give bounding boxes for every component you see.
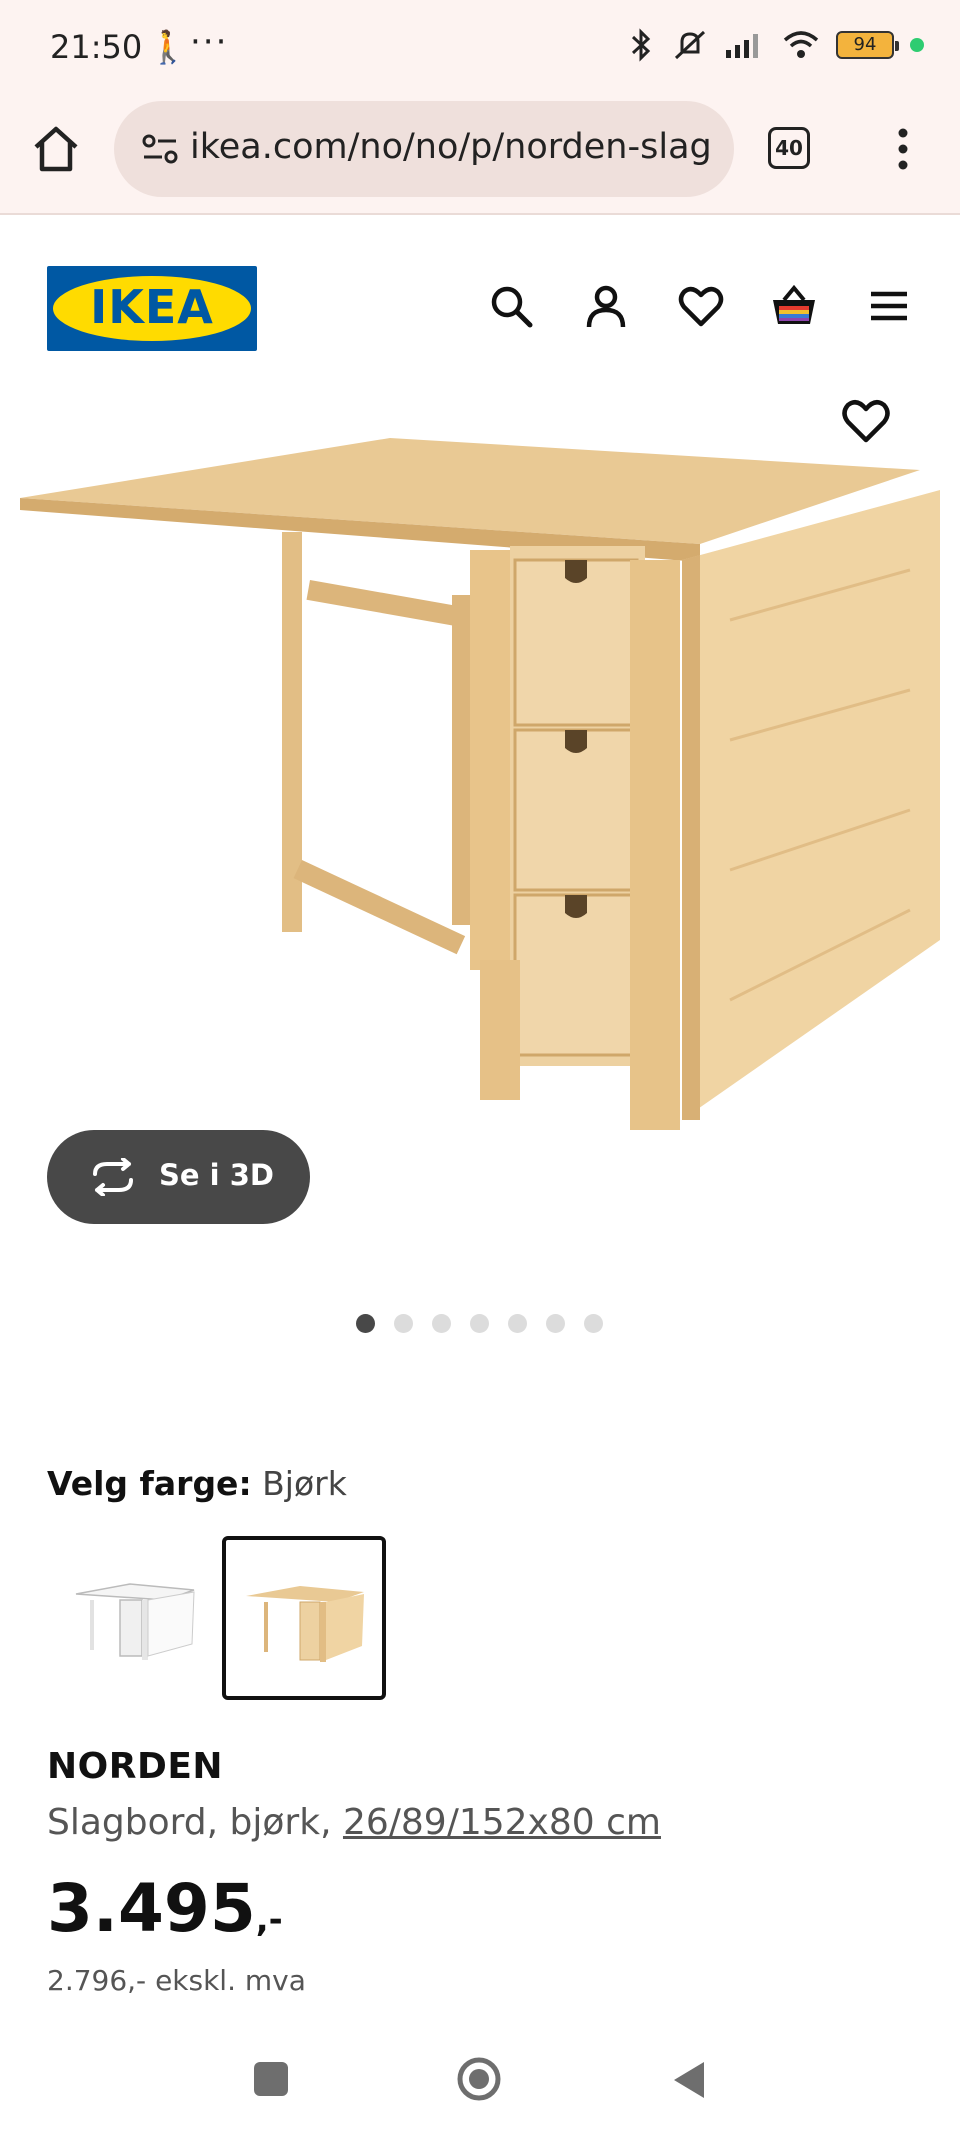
battery-indicator: 94 [836, 31, 899, 59]
product-type: Slagbord, bjørk, [47, 1802, 343, 1843]
product-name: NORDEN [47, 1746, 224, 1787]
tab-switcher-button[interactable]: 40 [768, 127, 810, 169]
mute-icon [674, 30, 706, 60]
wishlist-icon[interactable] [677, 282, 725, 330]
color-label-text: Velg farge: [47, 1464, 252, 1503]
privacy-dot [910, 38, 924, 52]
url-bar[interactable]: ikea.com/no/no/p/norden-slagbord-bjork-9… [114, 101, 734, 197]
recent-apps-button[interactable] [254, 2062, 288, 2096]
gallery-dot[interactable] [546, 1314, 565, 1333]
gallery-dot[interactable] [584, 1314, 603, 1333]
gallery-dot[interactable] [432, 1314, 451, 1333]
bluetooth-icon [631, 28, 651, 62]
gallery-dot[interactable] [356, 1314, 375, 1333]
search-icon[interactable] [487, 282, 535, 330]
status-icons: 94 [626, 28, 924, 62]
price-value: 3.495 [47, 1870, 256, 1947]
view-in-3d-label: Se i 3D [159, 1158, 274, 1192]
system-navigation-bar [0, 2030, 960, 2134]
account-icon[interactable] [582, 282, 630, 330]
home-icon[interactable] [28, 121, 84, 177]
gallery-pagination [356, 1314, 603, 1333]
cart-icon[interactable] [770, 282, 818, 330]
url-text[interactable]: ikea.com/no/no/p/norden-slagbord-bjork-9… [190, 127, 710, 167]
birch-table-thumbnail [246, 1586, 364, 1662]
gallery-dot[interactable] [508, 1314, 527, 1333]
price-excl-vat: 2.796,- ekskl. mva [47, 1964, 306, 1997]
product-dimensions-link[interactable]: 26/89/152x80 cm [343, 1802, 661, 1843]
product-price: 3.495,- [47, 1870, 283, 1947]
color-option-birch[interactable] [222, 1536, 386, 1700]
ikea-logo[interactable]: IKEA [47, 266, 257, 351]
walking-icon: 🚶 [148, 28, 188, 66]
white-table-thumbnail [75, 1583, 195, 1660]
color-selector-label: Velg farge: Bjørk [47, 1464, 347, 1503]
color-option-white[interactable] [56, 1536, 220, 1700]
status-more: ··· [190, 22, 229, 62]
status-bar: 21:50 🚶 ··· 94 [0, 0, 960, 95]
product-image[interactable] [10, 420, 950, 1180]
status-time: 21:50 [50, 28, 143, 66]
menu-icon[interactable] [865, 282, 913, 330]
gallery-dot[interactable] [470, 1314, 489, 1333]
browser-menu-icon[interactable] [888, 125, 918, 173]
site-settings-icon[interactable] [140, 129, 180, 169]
signal-icon [726, 34, 758, 58]
wifi-icon [783, 31, 819, 58]
gallery-dot[interactable] [394, 1314, 413, 1333]
selected-color: Bjørk [262, 1464, 347, 1503]
browser-toolbar: ikea.com/no/no/p/norden-slagbord-bjork-9… [0, 95, 960, 215]
price-suffix: ,- [255, 1900, 283, 1940]
view-in-3d-button[interactable]: Se i 3D [47, 1130, 310, 1224]
back-button[interactable] [670, 2060, 706, 2100]
rotate-3d-icon [93, 1158, 133, 1196]
logo-text: IKEA [90, 280, 214, 334]
product-description: Slagbord, bjørk, 26/89/152x80 cm [47, 1802, 661, 1843]
system-home-button[interactable] [456, 2056, 502, 2102]
